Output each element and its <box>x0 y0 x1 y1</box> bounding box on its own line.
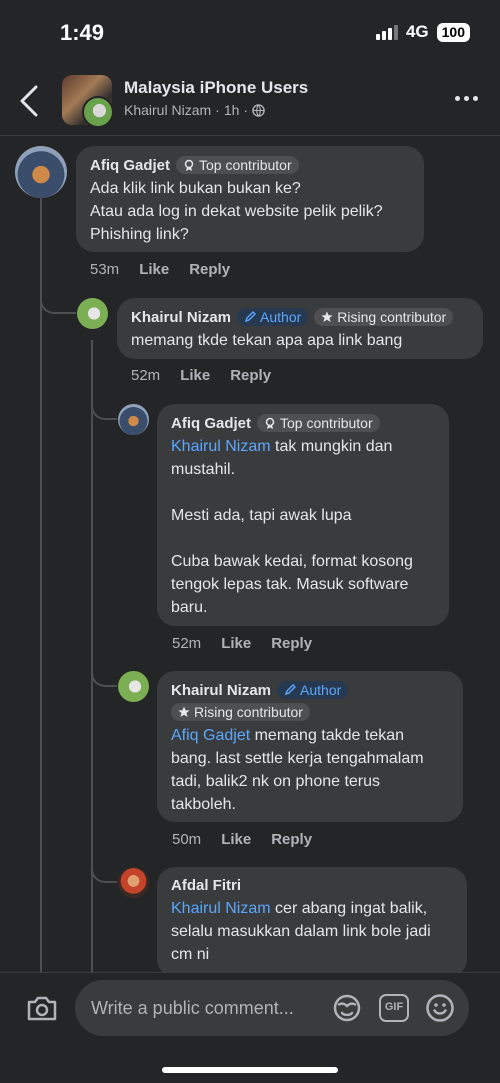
mention-link[interactable]: Khairul Nizam <box>171 438 271 455</box>
rising-contributor-badge[interactable]: Rising contributor <box>314 308 454 326</box>
post-header: Malaysia iPhone Users Khairul Nizam · 1h… <box>0 66 500 136</box>
comment-author[interactable]: Afdal Fitri <box>171 877 241 894</box>
reply-button[interactable]: Reply <box>271 635 312 652</box>
top-contributor-badge[interactable]: Top contributor <box>257 414 380 432</box>
like-button[interactable]: Like <box>180 367 210 384</box>
mention-link[interactable]: Khairul Nizam <box>171 900 271 917</box>
comment-bubble: Khairul Nizam Author Rising contributor … <box>117 298 483 359</box>
reply-button[interactable]: Reply <box>230 367 271 384</box>
reply-button[interactable]: Reply <box>189 261 230 278</box>
medal-icon <box>184 159 194 171</box>
avatar[interactable] <box>77 298 108 329</box>
thread-connector <box>40 280 76 314</box>
star-icon <box>321 311 333 322</box>
comment-time: 52m <box>131 367 161 384</box>
comment-actions: 52m Like Reply <box>131 367 271 384</box>
author-badge[interactable]: Author <box>237 308 309 326</box>
comment-time: 50m <box>172 831 202 848</box>
avatar-sticker-icon[interactable] <box>332 993 362 1023</box>
comment-author[interactable]: Afiq Gadjet <box>171 415 251 432</box>
pencil-icon <box>244 311 257 323</box>
post-time: 1h <box>223 102 240 118</box>
comment-bubble: Afdal Fitri Khairul Nizam cer abang inga… <box>157 867 467 977</box>
battery-icon: 100 <box>436 22 470 42</box>
home-indicator <box>162 1067 338 1073</box>
avatar[interactable] <box>118 867 149 898</box>
comment-bubble: Afiq Gadjet Top contributor Ada klik lin… <box>76 146 424 252</box>
group-name[interactable]: Malaysia iPhone Users <box>124 78 308 98</box>
comment-time: 52m <box>172 635 202 652</box>
comment-actions: 53m Like Reply <box>90 261 230 278</box>
comment-text: Khairul Nizam tak mungkin dan mustahil. … <box>171 438 413 616</box>
avatar[interactable] <box>118 404 149 435</box>
comment-bubble: Khairul Nizam Author Rising contributor … <box>157 671 463 822</box>
like-button[interactable]: Like <box>139 261 169 278</box>
comment-time: 53m <box>90 261 120 278</box>
comment-text: Ada klik link bukan bukan ke? Atau ada l… <box>90 180 383 243</box>
meta-separator: · <box>243 102 249 118</box>
comment-input[interactable] <box>75 980 469 1036</box>
avatar[interactable] <box>118 671 149 702</box>
comment-composer: GIF <box>0 972 500 1083</box>
avatar[interactable] <box>15 146 67 198</box>
rising-contributor-badge[interactable]: Rising contributor <box>171 703 310 721</box>
mention-link[interactable]: Afiq Gadjet <box>171 727 250 744</box>
comment-bubble: Afiq Gadjet Top contributor Khairul Niza… <box>157 404 449 626</box>
globe-icon <box>252 103 265 117</box>
status-indicators: 4G 100 <box>375 22 470 42</box>
like-button[interactable]: Like <box>221 635 251 652</box>
comment-author[interactable]: Khairul Nizam <box>131 309 231 326</box>
star-icon <box>178 706 190 717</box>
network-type: 4G <box>405 22 429 41</box>
thread-connector <box>91 856 117 883</box>
emoji-icon[interactable] <box>425 993 455 1023</box>
comment-author[interactable]: Khairul Nizam <box>171 682 271 699</box>
like-button[interactable]: Like <box>221 831 251 848</box>
author-badge[interactable]: Author <box>277 681 349 699</box>
post-meta: Khairul Nizam · 1h · <box>124 102 265 118</box>
comment-author[interactable]: Afiq Gadjet <box>90 157 170 174</box>
back-arrow-icon[interactable] <box>18 84 42 118</box>
thread-connector <box>91 660 117 687</box>
comment-text: Khairul Nizam cer abang ingat balik, sel… <box>171 900 431 963</box>
pencil-icon <box>284 684 297 696</box>
reply-button[interactable]: Reply <box>271 831 312 848</box>
comment-actions: 52m Like Reply <box>172 635 312 652</box>
comment-actions: 50m Like Reply <box>172 831 312 848</box>
thread-line <box>40 198 42 972</box>
camera-icon[interactable] <box>26 993 58 1023</box>
meta-separator: · <box>215 102 220 118</box>
gif-icon[interactable]: GIF <box>379 994 409 1022</box>
medal-icon <box>265 417 275 429</box>
author-avatar[interactable] <box>82 96 114 128</box>
status-bar: 1:49 4G 100 <box>0 0 500 66</box>
signal-icon <box>375 24 398 40</box>
thread-connector <box>91 392 117 420</box>
more-options-icon[interactable] <box>455 96 478 101</box>
status-time: 1:49 <box>60 20 105 45</box>
comment-text: memang tkde tekan apa apa link bang <box>131 332 403 349</box>
comment-text: Afiq Gadjet memang takde tekan bang. las… <box>171 727 424 813</box>
post-author[interactable]: Khairul Nizam <box>124 102 211 118</box>
top-contributor-badge[interactable]: Top contributor <box>176 156 299 174</box>
